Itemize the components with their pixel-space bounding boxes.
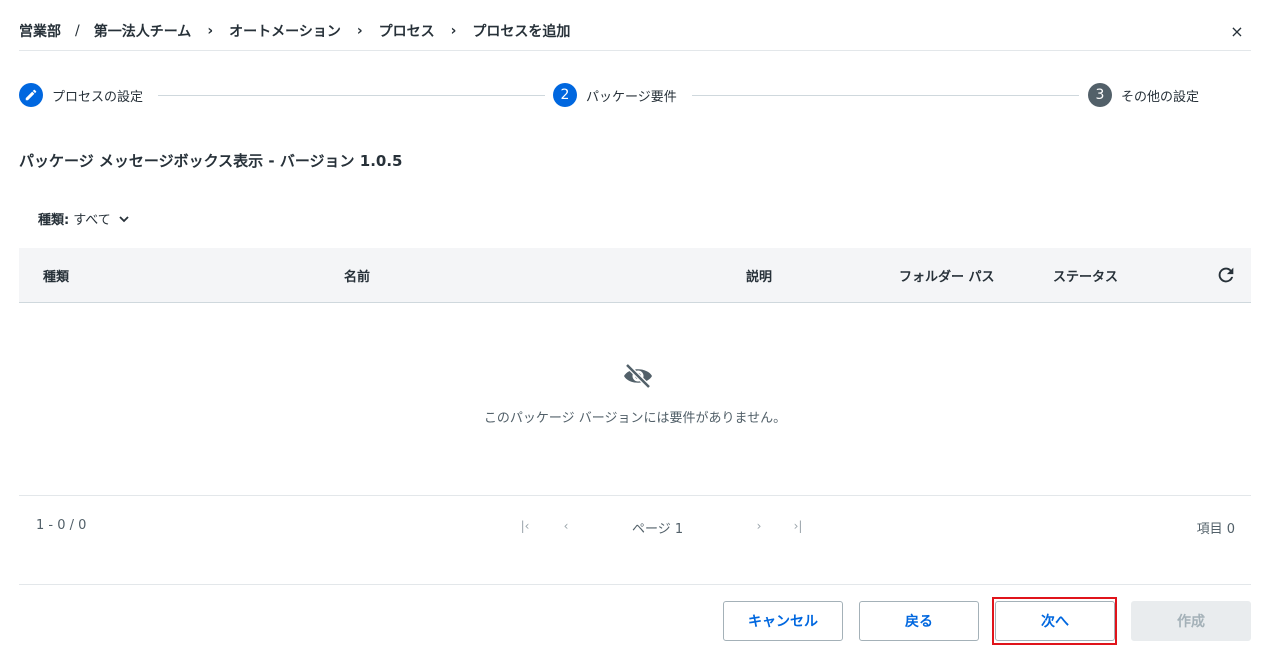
table-header: 種類 名前 説明 フォルダー パス ステータス (19, 248, 1251, 303)
step-label: プロセスの設定 (52, 89, 144, 105)
breadcrumb-item-add-process: プロセスを追加 (472, 24, 571, 40)
refresh-icon[interactable] (1215, 264, 1237, 286)
step-number: 2 (553, 83, 577, 107)
column-header-type[interactable]: 種類 (43, 266, 69, 285)
next-page-icon[interactable]: › (750, 516, 768, 536)
breadcrumb-separator: / (75, 23, 80, 39)
breadcrumb-item-automation[interactable]: オートメーション (229, 21, 341, 41)
step-label: パッケージ要件 (586, 89, 677, 105)
breadcrumb: 営業部 / 第一法人チーム › オートメーション › プロセス › プロセスを追… (19, 21, 570, 41)
breadcrumb-item-processes[interactable]: プロセス (379, 21, 435, 41)
filter-label: 種類: (38, 213, 70, 228)
next-button[interactable]: 次へ (995, 601, 1115, 641)
breadcrumb-item-team[interactable]: 第一法人チーム (94, 21, 192, 41)
step-number: 3 (1088, 83, 1112, 107)
eye-off-icon (622, 362, 654, 390)
breadcrumb-separator: › (356, 23, 363, 39)
column-header-status[interactable]: ステータス (1053, 266, 1118, 285)
chevron-down-icon (118, 213, 130, 225)
header-divider (19, 50, 1251, 51)
breadcrumb-separator: › (450, 23, 457, 39)
step-other-settings[interactable]: 3 その他の設定 (1088, 83, 1199, 107)
pencil-icon (19, 83, 43, 107)
pagination-range: 1 - 0 / 0 (36, 518, 87, 533)
table-divider (19, 495, 1251, 496)
page-indicator: ページ 1 (632, 522, 684, 537)
column-header-description[interactable]: 説明 (746, 266, 772, 285)
step-connector (692, 95, 1079, 96)
table-empty-state: このパッケージ バージョンには要件がありません。 (19, 304, 1251, 495)
step-connector (158, 95, 545, 96)
previous-page-icon[interactable]: ‹ (557, 516, 575, 536)
package-title: パッケージ メッセージボックス表示 - バージョン 1.0.5 (19, 152, 403, 170)
empty-message: このパッケージ バージョンには要件がありません。 (483, 411, 787, 426)
type-filter-dropdown[interactable]: 種類: すべて (38, 209, 130, 228)
column-header-folder-path[interactable]: フォルダー パス (899, 266, 995, 285)
stepper: プロセスの設定 2 パッケージ要件 3 その他の設定 (19, 83, 1251, 107)
items-count: 項目 0 (1196, 522, 1235, 537)
footer-divider (19, 584, 1251, 585)
breadcrumb-separator: › (207, 23, 214, 39)
first-page-icon[interactable]: |‹ (516, 516, 534, 536)
cancel-button[interactable]: キャンセル (723, 601, 843, 641)
close-icon[interactable]: × (1226, 20, 1248, 42)
filter-value: すべて (73, 213, 111, 228)
back-button[interactable]: 戻る (859, 601, 979, 641)
step-package-requirements[interactable]: 2 パッケージ要件 (553, 83, 677, 107)
step-process-settings[interactable]: プロセスの設定 (19, 83, 143, 107)
create-button: 作成 (1131, 601, 1251, 641)
breadcrumb-item-sales[interactable]: 営業部 (19, 21, 61, 41)
step-label: その他の設定 (1121, 89, 1200, 105)
column-header-name[interactable]: 名前 (344, 266, 370, 285)
last-page-icon[interactable]: ›| (789, 516, 807, 536)
